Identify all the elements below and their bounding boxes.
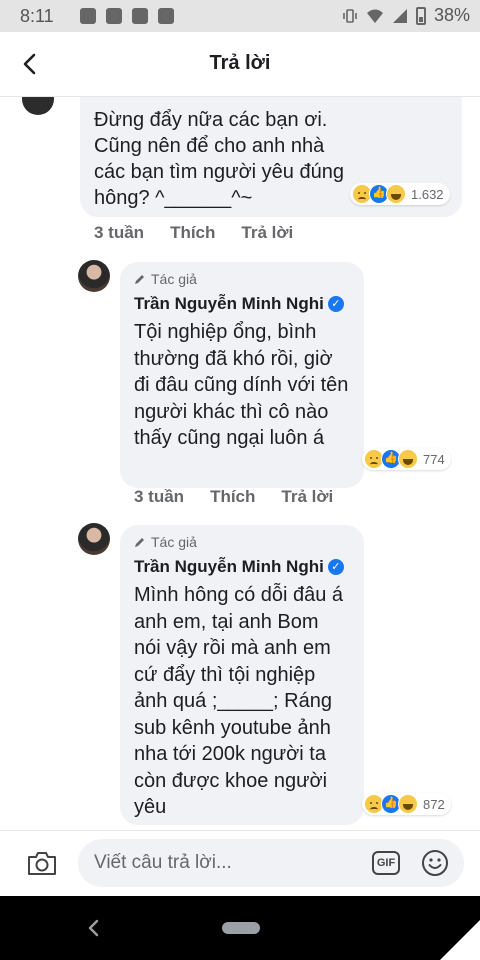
- author-tag-label: Tác giả: [151, 534, 197, 550]
- comment-time: 3 tuần: [94, 223, 145, 242]
- reaction-summary[interactable]: 774: [362, 448, 451, 470]
- haha-reaction-icon: [398, 794, 418, 814]
- author-tag-label: Tác giả: [151, 271, 197, 287]
- like-button[interactable]: Thích: [170, 223, 215, 243]
- verified-icon: ✓: [327, 296, 344, 312]
- nav-back-icon[interactable]: [86, 918, 100, 938]
- reaction-count: 872: [423, 796, 445, 812]
- nav-home-pill[interactable]: [222, 922, 260, 934]
- avatar[interactable]: [22, 97, 54, 115]
- camera-icon[interactable]: [26, 849, 58, 877]
- author-name[interactable]: Trần Nguyễn Minh Nghi: [134, 294, 324, 314]
- avatar[interactable]: [78, 523, 110, 555]
- signal-icon: [392, 8, 407, 23]
- reaction-summary[interactable]: 872: [362, 793, 451, 815]
- reply-input[interactable]: [78, 839, 464, 887]
- corner-decoration: [440, 920, 480, 960]
- wifi-icon: [366, 9, 383, 23]
- reply-button[interactable]: Trả lời: [241, 223, 293, 243]
- reply-button[interactable]: Trả lời: [281, 487, 333, 507]
- pencil-icon: [135, 538, 144, 547]
- reply-bar: GIF: [0, 830, 480, 897]
- comment-text: Tội nghiệp ổng, bình thường đã khó rồi, …: [134, 321, 349, 449]
- notification-icon: [106, 8, 122, 24]
- author-tag: Tác giả: [134, 533, 350, 551]
- comment-text: Đừng đẩy nữa các bạn ơi. Cũng nên để cho…: [94, 109, 344, 209]
- author-tag: Tác giả: [134, 270, 350, 288]
- comment-actions: 3 tuần Thích Trả lời: [134, 487, 333, 507]
- system-nav-bar: [0, 896, 480, 960]
- status-time: 8:11: [20, 6, 54, 26]
- comment-text: Mình hông có dỗi đâu á anh em, tại anh B…: [134, 584, 344, 818]
- gif-icon[interactable]: GIF: [372, 851, 400, 875]
- reaction-summary[interactable]: 1.632: [350, 183, 450, 205]
- author-name[interactable]: Trần Nguyễn Minh Nghi: [134, 557, 324, 577]
- author-name-row: Trần Nguyễn Minh Nghi ✓: [134, 292, 350, 316]
- reaction-count: 1.632: [411, 186, 444, 202]
- page-title: Trả lời: [209, 52, 271, 74]
- pencil-icon: [135, 275, 144, 284]
- battery-percentage: 38%: [433, 5, 470, 25]
- notification-icon: [80, 8, 96, 24]
- notification-icon: [158, 8, 174, 24]
- emoji-icon[interactable]: [420, 848, 450, 878]
- notification-icon: [132, 8, 148, 24]
- like-button[interactable]: Thích: [210, 487, 255, 507]
- avatar[interactable]: [78, 260, 110, 292]
- reaction-count: 774: [423, 451, 445, 467]
- battery-icon: [415, 6, 426, 25]
- comment-time: 3 tuần: [134, 487, 185, 506]
- comment-bubble: Tác giả Trần Nguyễn Minh Nghi ✓ Mình hôn…: [120, 525, 364, 825]
- comment-actions: 3 tuần Thích Trả lời: [94, 223, 293, 243]
- comment-bubble: Tác giả Trần Nguyễn Minh Nghi ✓ Tội nghi…: [120, 262, 364, 488]
- author-name-row: Trần Nguyễn Minh Nghi ✓: [134, 555, 350, 579]
- verified-icon: ✓: [327, 559, 344, 575]
- vibrate-icon: [343, 8, 357, 23]
- haha-reaction-icon: [398, 449, 418, 469]
- header: Trả lời: [0, 32, 480, 97]
- haha-reaction-icon: [386, 184, 406, 204]
- comment-thread: Đừng đẩy nữa các bạn ơi. Cũng nên để cho…: [0, 97, 480, 830]
- status-bar: 8:11 38%: [0, 0, 480, 32]
